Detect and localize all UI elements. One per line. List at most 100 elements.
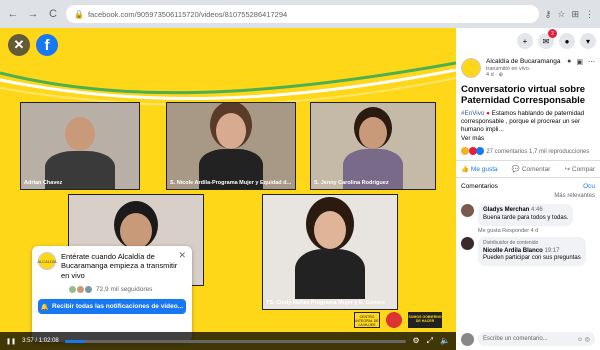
participant-avatar: [343, 117, 403, 189]
haha-icon: [461, 147, 469, 156]
video-description: #EnVivo ● Estamos hablando de paternidad…: [456, 109, 600, 136]
more-icon[interactable]: ⋯: [588, 58, 595, 78]
share-label: Compar: [571, 166, 595, 174]
notifications-button-label: Recibir todas las notificaciones de vide…: [51, 303, 184, 311]
video-top-overlay: ✕ f: [8, 34, 58, 56]
followers-text: 72,9 mil seguidores: [96, 286, 153, 294]
comment-bubble: Distribuidor de contenido Nicolle Ardila…: [478, 236, 586, 267]
comment-text: Pueden participar con sus preguntas: [483, 255, 581, 262]
lock-icon: 🔒: [74, 9, 84, 19]
save-icon[interactable]: ▣: [576, 58, 583, 78]
reactions-row: 27 comentarios 1,7 mil reproducciones: [456, 142, 600, 160]
comments-label: Comentarios: [461, 183, 498, 191]
key-icon[interactable]: ⚷: [545, 9, 552, 20]
control-icons: ⚙ ⤢ 🔈: [412, 336, 450, 346]
logo-emblem: [386, 312, 402, 328]
post-time: 4 d · ⊕: [486, 71, 504, 78]
close-icon[interactable]: ✕: [178, 250, 186, 261]
sponsor-logos: CENTRO INTEGRAL DE LA MUJER SOMOS GOBIER…: [354, 312, 442, 328]
comments-header: Comentarios Ocu: [456, 178, 600, 191]
notification-badge: 2: [548, 29, 557, 38]
distributor-label: Distribuidor de contenido: [483, 239, 539, 246]
comment-text: Buena tarde para todos y todas.: [483, 215, 569, 222]
close-icon[interactable]: ✕: [8, 34, 30, 56]
hide-comments-link[interactable]: Ocu: [583, 183, 595, 190]
url-text: facebook.com/905973506115720/videos/8107…: [87, 9, 288, 19]
comment-item: Gladys Merchan 4:46 Buena tarde para tod…: [456, 201, 600, 229]
account-icons: + ✉ 2 ● ▾: [456, 28, 600, 54]
hashtag-link[interactable]: #EnVivo: [461, 110, 484, 117]
extensions-icon[interactable]: ⊞: [571, 9, 579, 20]
participant-name: Adrian Chavez: [24, 180, 63, 186]
comment-label: Comentar: [521, 166, 551, 174]
progress-fill: [64, 339, 86, 343]
comment-composer: Escribe un comentario... ☺ ◎: [461, 332, 595, 346]
comment-button[interactable]: 💬 Comentar: [512, 165, 550, 173]
messenger-icon[interactable]: ✉ 2: [538, 29, 557, 49]
volume-icon[interactable]: 🔈: [440, 336, 450, 346]
avatar: [461, 332, 474, 346]
chevron-down-icon[interactable]: ▾: [580, 33, 596, 49]
see-more-link[interactable]: Ver más: [456, 135, 600, 142]
page-name[interactable]: Alcaldía de Bucaramanga: [486, 58, 560, 66]
bell-icon[interactable]: ●: [559, 33, 575, 49]
like-label: Me gusta: [470, 166, 498, 174]
participant-name: S. Jenny Carolina Rodriguez: [314, 180, 389, 186]
participant-tile: TS. Cindy Núñez Programa Mujer y E. Géne…: [262, 194, 398, 310]
participant-tile: S. Jenny Carolina Rodriguez: [310, 102, 436, 190]
comment-input[interactable]: Escribe un comentario... ☺ ◎: [478, 332, 595, 346]
fullscreen-icon[interactable]: ⤢: [427, 336, 433, 346]
facebook-logo-icon[interactable]: f: [36, 34, 58, 56]
pause-icon[interactable]: ❚❚: [6, 338, 16, 345]
notification-text: Entérate cuando Alcaldía de Bucaramanga …: [61, 252, 178, 280]
avatar[interactable]: [461, 204, 474, 218]
page-logo: ALCALDÍA: [37, 252, 57, 270]
participant-tile: S. Nicole Ardila-Programa Mujer y Equida…: [166, 102, 296, 190]
browser-toolbar: ← → C 🔒 facebook.com/905973506115720/vid…: [0, 0, 600, 28]
address-bar[interactable]: 🔒 facebook.com/905973506115720/videos/81…: [66, 5, 539, 23]
live-notification-card: ✕ ALCALDÍA Entérate cuando Alcaldía de B…: [32, 246, 192, 342]
video-title: Conversatorio virtual sobre Paternidad C…: [461, 84, 586, 107]
page-avatar[interactable]: [461, 58, 481, 78]
plus-icon[interactable]: +: [517, 33, 533, 49]
participant-name: S. Nicole Ardila-Programa Mujer y Equida…: [170, 180, 292, 186]
post-actions: 👍 Me gusta 💬 Comentar ↪ Compar: [456, 160, 600, 179]
notifications-button[interactable]: 🔔 Recibir todas las notificaciones de vi…: [38, 299, 186, 315]
progress-bar[interactable]: [64, 339, 407, 343]
comment-item: Distribuidor de contenido Nicolle Ardila…: [456, 234, 600, 269]
like-button[interactable]: 👍 Me gusta: [461, 165, 498, 173]
page-actions: ● ▣ ⋯: [567, 58, 595, 78]
followers-count: 72,9 mil seguidores: [68, 285, 186, 295]
like-icon: [476, 147, 485, 156]
video-sidebar: + ✉ 2 ● ▾ Alcaldía de Bucaramanga transmi…: [456, 28, 600, 350]
browser-actions: ⚷ ☆ ⊞ ⋮: [545, 9, 594, 20]
video-player[interactable]: ✕ f Adrian Chavez S. Nicole Ardila-Progr…: [0, 28, 456, 350]
avatar: [84, 285, 93, 295]
engagement-stats[interactable]: 27 comentarios 1,7 mil reproducciones: [486, 149, 589, 155]
comment-bubble: Gladys Merchan 4:46 Buena tarde para tod…: [478, 204, 574, 226]
commenter-name[interactable]: Gladys Merchan: [483, 207, 529, 213]
forward-icon[interactable]: →: [26, 7, 40, 21]
comment-time: 19:17: [544, 247, 560, 254]
logo-centro-mujer: CENTRO INTEGRAL DE LA MUJER: [354, 312, 380, 328]
participant-name: TS. Cindy Núñez Programa Mujer y E. Géne…: [266, 300, 385, 306]
sort-comments-dropdown[interactable]: Más relevantes: [456, 191, 600, 201]
emoji-icon[interactable]: ☺ ◎: [577, 336, 590, 343]
logo-somos-gobierno: SOMOS GOBIERNO DE HACER: [408, 312, 442, 328]
avatar[interactable]: [461, 236, 474, 250]
participant-avatar: [295, 211, 365, 299]
star-icon[interactable]: ☆: [557, 9, 565, 20]
comment-placeholder: Escribe un comentario...: [483, 336, 548, 342]
video-controls: ❚❚ 3:57 / 1:02:08 ⚙ ⤢ 🔈: [0, 332, 456, 350]
share-button[interactable]: ↪ Compar: [565, 165, 595, 173]
commenter-name[interactable]: Nicolle Ardila Blanco: [483, 248, 543, 254]
reload-icon[interactable]: C: [46, 7, 60, 21]
bell-icon: 🔔: [40, 303, 49, 311]
bell-icon[interactable]: ●: [567, 58, 571, 78]
settings-icon[interactable]: ⚙: [412, 336, 419, 346]
menu-icon[interactable]: ⋮: [585, 9, 594, 20]
participant-avatar: [199, 113, 263, 189]
back-icon[interactable]: ←: [6, 7, 20, 21]
participant-tile: Adrian Chavez: [20, 102, 140, 190]
reaction-icons[interactable]: [461, 147, 485, 157]
